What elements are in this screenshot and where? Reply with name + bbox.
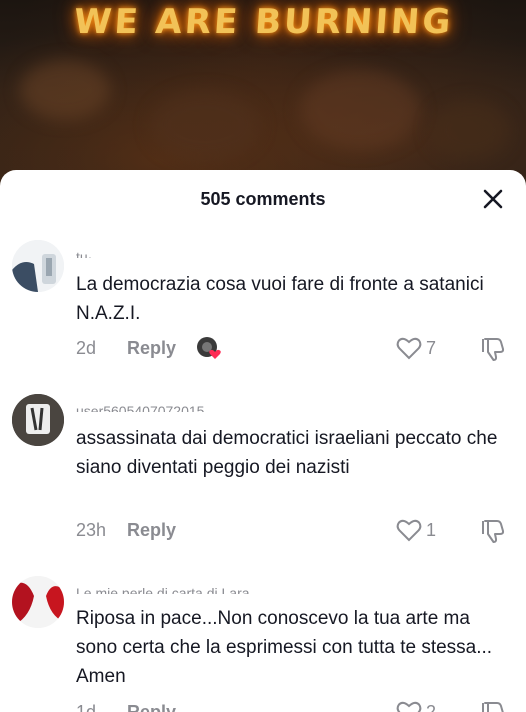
comment-item: Le mie perle di carta di Lara Riposa in … (0, 574, 526, 712)
comment-meta: 23h Reply (76, 520, 176, 541)
video-blur-shape (300, 70, 420, 150)
thumbs-down-icon (482, 338, 505, 361)
comment-time: 2d (76, 338, 97, 358)
comment-text: assassinata dai democratici israeliani p… (76, 428, 498, 478)
comment-username[interactable]: user5605407072015 (76, 400, 204, 412)
dislike-button[interactable] (480, 700, 506, 712)
video-blur-shape (150, 90, 260, 160)
like-count: 1 (426, 519, 437, 540)
close-button[interactable] (482, 188, 504, 210)
close-icon (483, 189, 503, 209)
like-button[interactable]: 1 (396, 518, 436, 542)
comments-count-title: 505 comments (200, 189, 326, 209)
heart-outline-icon (396, 337, 422, 360)
comment-username[interactable]: Le mie perle di carta di Lara (76, 582, 250, 594)
avatar[interactable] (12, 394, 64, 446)
like-button[interactable]: 2 (396, 700, 436, 712)
thumbs-down-icon (482, 702, 504, 712)
comment-username[interactable]: tu· _ (76, 246, 104, 258)
avatar-image (12, 394, 64, 446)
video-blur-shape (20, 60, 110, 120)
comment-text: Riposa in pace...Non conoscevo la tua ar… (76, 608, 493, 687)
like-button[interactable]: 7 (396, 336, 436, 360)
sheet-header: 505 comments (0, 170, 526, 228)
comment-meta: 1d Reply (76, 702, 176, 712)
comment-item: user5605407072015 assassinata dai democr… (0, 392, 526, 552)
reply-button[interactable]: Reply (127, 520, 176, 541)
dislike-button[interactable] (480, 518, 506, 544)
avatar[interactable] (12, 576, 64, 628)
thumbs-down-icon (482, 520, 505, 543)
dislike-button[interactable] (480, 336, 506, 362)
comments-sheet: 505 comments tu· _ La democrazia cosa vu… (0, 170, 526, 712)
like-count: 7 (426, 337, 437, 358)
comment-item: tu· _ La democrazia cosa vuoi fare di fr… (0, 238, 526, 368)
video-overlay-title: WE ARE BURNING (72, 2, 455, 42)
creator-avatar-heart-icon (197, 337, 221, 359)
creator-liked-badge (196, 336, 221, 360)
heart-outline-icon (396, 519, 422, 542)
video-blur-shape (430, 100, 510, 160)
comment-text: La democrazia cosa vuoi fare di fronte a… (76, 274, 484, 324)
comment-time: 1d (76, 702, 97, 712)
like-count: 2 (426, 701, 437, 712)
heart-outline-icon (396, 701, 422, 712)
avatar-image (12, 240, 64, 292)
avatar[interactable] (12, 240, 64, 292)
comment-meta: 2d Reply (76, 338, 176, 359)
comment-time: 23h (76, 520, 107, 540)
avatar-image (12, 576, 64, 628)
reply-button[interactable]: Reply (127, 702, 176, 712)
reply-button[interactable]: Reply (127, 338, 176, 359)
